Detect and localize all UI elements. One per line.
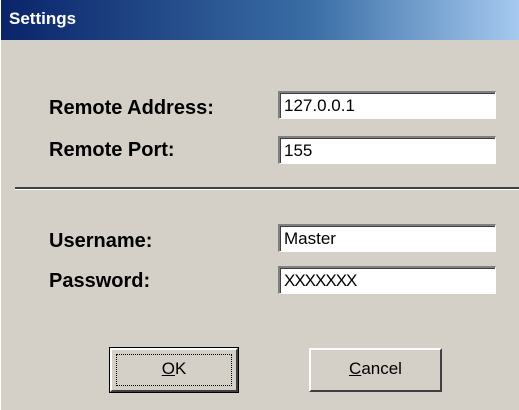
remote-port-field[interactable]: 155: [278, 136, 496, 164]
settings-dialog: Settings Remote Address: 127.0.0.1 Remot…: [0, 0, 519, 410]
password-label: Password:: [49, 270, 151, 292]
cancel-button[interactable]: Cancel: [309, 348, 442, 392]
username-label: Username:: [49, 230, 153, 252]
window-title: Settings: [9, 9, 77, 28]
remote-address-label: Remote Address:: [49, 97, 214, 119]
section-divider: [15, 187, 519, 190]
remote-port-label: Remote Port:: [49, 139, 175, 161]
remote-address-field[interactable]: 127.0.0.1: [278, 91, 496, 119]
password-field[interactable]: XXXXXXX: [278, 266, 496, 294]
title-bar[interactable]: Settings: [1, 0, 519, 40]
cancel-button-label: Cancel: [349, 359, 402, 378]
username-field[interactable]: Master: [278, 224, 496, 252]
ok-button[interactable]: OK: [109, 347, 239, 393]
focus-rectangle: [116, 354, 232, 386]
